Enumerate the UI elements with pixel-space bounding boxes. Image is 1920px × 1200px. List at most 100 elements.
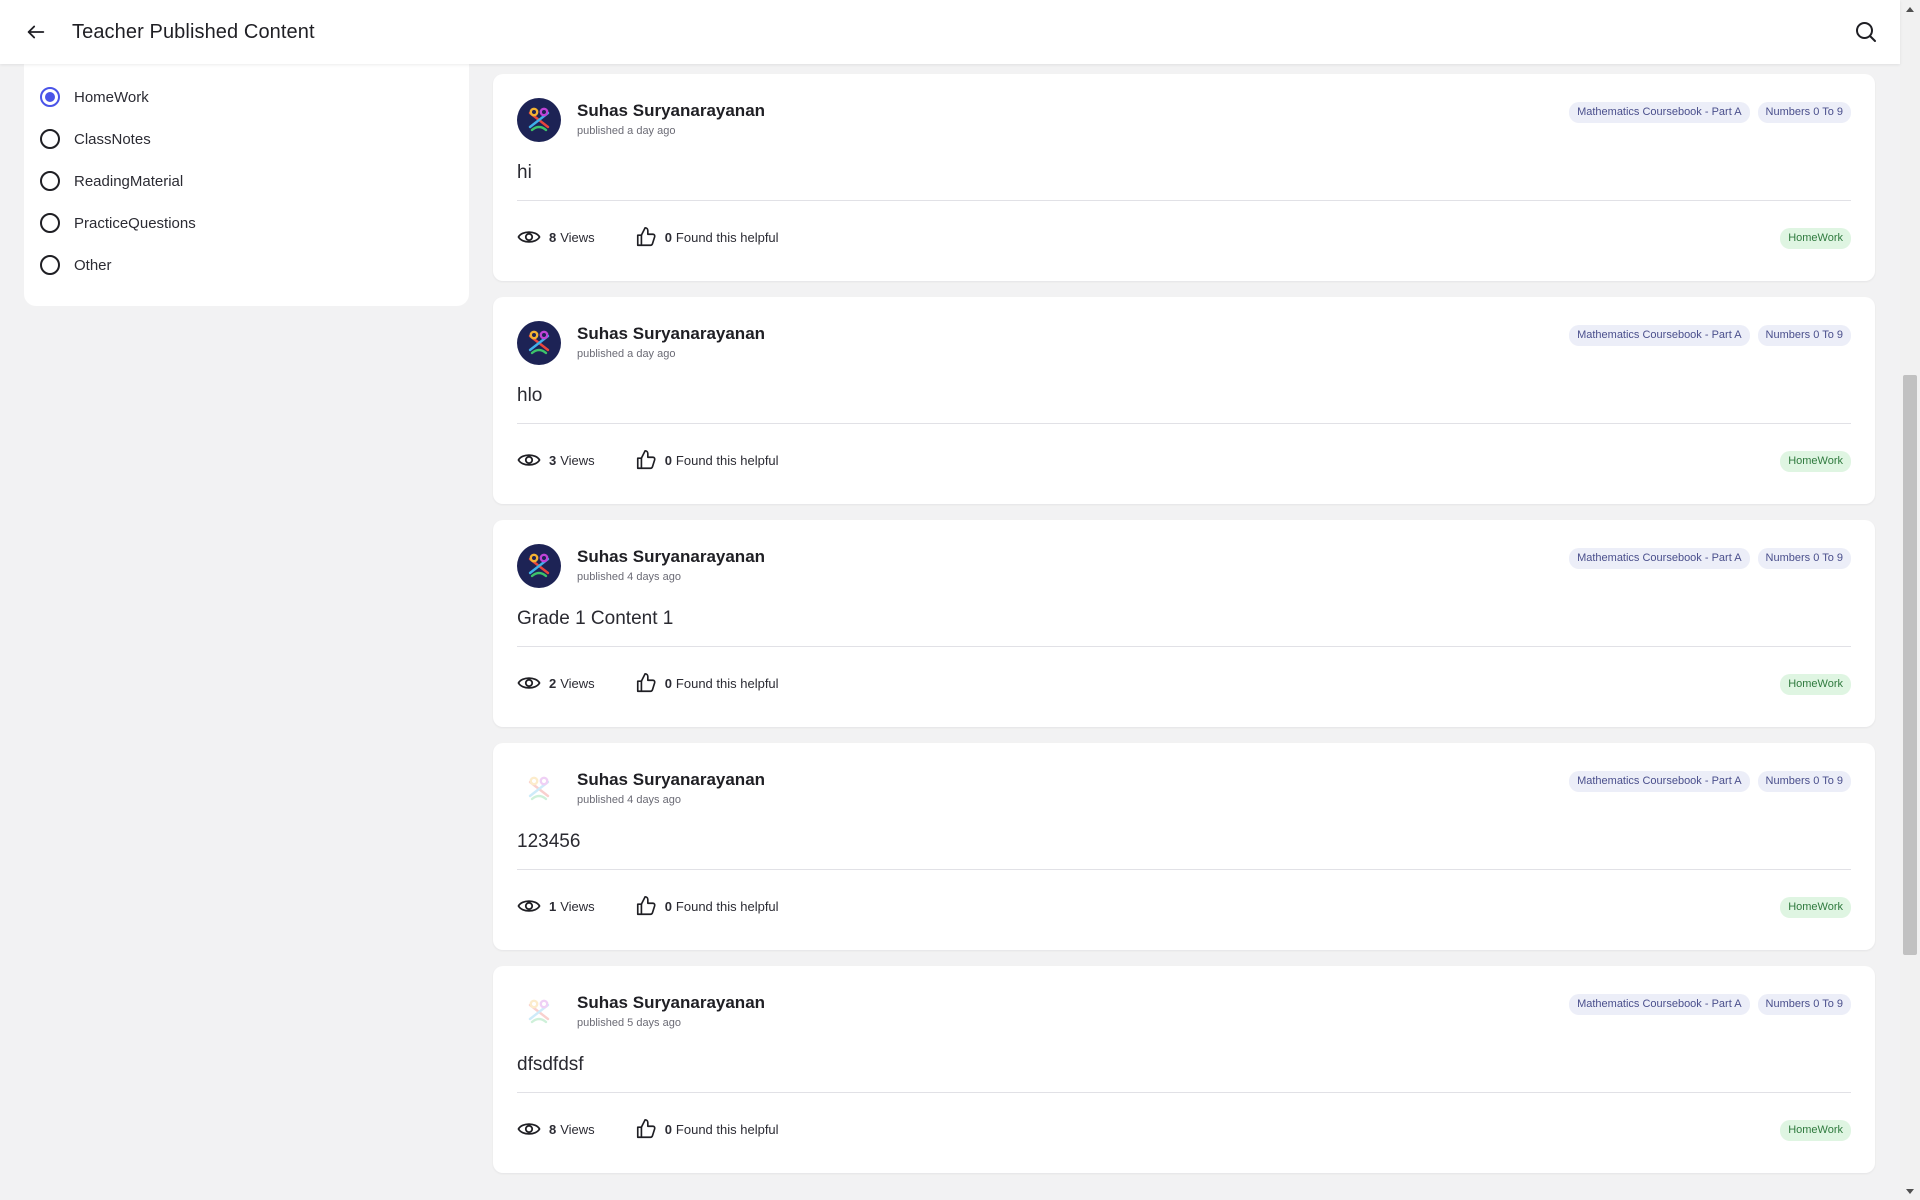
eye-icon — [517, 454, 541, 466]
author-block: Suhas Suryanarayanan published 4 days ag… — [577, 544, 765, 583]
author-name[interactable]: Suhas Suryanarayanan — [577, 324, 765, 344]
author-name[interactable]: Suhas Suryanarayanan — [577, 770, 765, 790]
thumbs-up-icon — [636, 227, 656, 247]
author-block: Suhas Suryanarayanan published 5 days ag… — [577, 990, 765, 1029]
helpful-label: Found this helpful — [675, 898, 779, 914]
logo-icon — [528, 999, 550, 1024]
avatar[interactable] — [517, 321, 561, 365]
helpful-button[interactable]: 0 Found this helpful — [635, 449, 779, 471]
author-name[interactable]: Suhas Suryanarayanan — [577, 101, 765, 121]
content-type-filter: HomeWork ClassNotes ReadingMaterial Prac… — [24, 64, 469, 306]
post-body: dfsdfdsf — [517, 1054, 584, 1075]
filter-option-readingmaterial[interactable]: ReadingMaterial — [24, 160, 469, 202]
page-title: Teacher Published Content — [72, 20, 315, 43]
helpful-button[interactable]: 0 Found this helpful — [635, 226, 779, 248]
post-footer: 8 Views 0 Found this helpful HomeWork — [517, 1093, 1851, 1165]
post-tags: Mathematics Coursebook - Part A Numbers … — [1569, 102, 1851, 123]
post-tags: Mathematics Coursebook - Part A Numbers … — [1569, 548, 1851, 569]
thumbs-up-icon — [636, 1119, 656, 1139]
helpful-label: Found this helpful — [675, 675, 779, 691]
thumbs-up-icon — [636, 673, 656, 693]
views-value: 8 — [549, 229, 557, 245]
views-label: Views — [560, 675, 595, 691]
tag-chapter[interactable]: Numbers 0 To 9 — [1757, 102, 1851, 123]
published-time: published a day ago — [577, 125, 676, 137]
author-block: Suhas Suryanarayanan published 4 days ag… — [577, 767, 765, 806]
author-name[interactable]: Suhas Suryanarayanan — [577, 993, 765, 1013]
tag-coursebook[interactable]: Mathematics Coursebook - Part A — [1569, 771, 1750, 792]
post-card[interactable]: Suhas Suryanarayanan published a day ago… — [493, 297, 1875, 504]
post-body: 123456 — [517, 831, 581, 852]
arrow-left-icon — [27, 25, 45, 39]
avatar[interactable] — [517, 767, 561, 811]
caret-down-icon — [1906, 1188, 1914, 1194]
content-type-badge: HomeWork — [1780, 1120, 1851, 1141]
post-footer: 2 Views 0 Found this helpful HomeWork — [517, 647, 1851, 719]
post-card[interactable]: Suhas Suryanarayanan published a day ago… — [493, 74, 1875, 281]
avatar[interactable] — [517, 98, 561, 142]
helpful-value: 0 — [664, 675, 672, 691]
radio-button[interactable] — [40, 129, 60, 149]
scroll-down-arrow[interactable] — [1900, 1183, 1920, 1200]
tag-chapter[interactable]: Numbers 0 To 9 — [1757, 994, 1851, 1015]
views-count: 2 Views — [517, 671, 595, 695]
radio-button[interactable] — [40, 213, 60, 233]
helpful-value: 0 — [664, 229, 672, 245]
views-label: Views — [560, 898, 595, 914]
filter-option-label: ReadingMaterial — [74, 172, 184, 190]
content-type-badge: HomeWork — [1780, 451, 1851, 472]
views-count: 8 Views — [517, 225, 595, 249]
filter-option-classnotes[interactable]: ClassNotes — [24, 118, 469, 160]
radio-button[interactable] — [40, 171, 60, 191]
logo-icon — [528, 107, 550, 132]
tag-chapter[interactable]: Numbers 0 To 9 — [1757, 325, 1851, 346]
post-footer: 1 Views 0 Found this helpful HomeWork — [517, 870, 1851, 942]
filter-option-homework[interactable]: HomeWork — [24, 76, 469, 118]
content-type-badge: HomeWork — [1780, 897, 1851, 918]
published-time: published a day ago — [577, 348, 676, 360]
helpful-button[interactable]: 0 Found this helpful — [635, 672, 779, 694]
avatar[interactable] — [517, 544, 561, 588]
page-scrollbar[interactable] — [1900, 0, 1920, 1200]
post-card[interactable]: Suhas Suryanarayanan published 5 days ag… — [493, 966, 1875, 1173]
filter-option-practicequestions[interactable]: PracticeQuestions — [24, 202, 469, 244]
author-name[interactable]: Suhas Suryanarayanan — [577, 547, 765, 567]
post-card[interactable]: Suhas Suryanarayanan published 4 days ag… — [493, 520, 1875, 727]
radio-button[interactable] — [40, 87, 60, 107]
tag-coursebook[interactable]: Mathematics Coursebook - Part A — [1569, 994, 1750, 1015]
tag-chapter[interactable]: Numbers 0 To 9 — [1757, 548, 1851, 569]
radio-button[interactable] — [40, 255, 60, 275]
filter-option-label: ClassNotes — [74, 130, 151, 148]
eye-icon — [517, 900, 541, 912]
views-count: 3 Views — [517, 448, 595, 472]
views-count: 1 Views — [517, 894, 595, 918]
helpful-label: Found this helpful — [675, 452, 779, 468]
views-label: Views — [560, 452, 595, 468]
filter-option-other[interactable]: Other — [24, 244, 469, 286]
search-button[interactable] — [1846, 12, 1886, 52]
tag-chapter[interactable]: Numbers 0 To 9 — [1757, 771, 1851, 792]
helpful-button[interactable]: 0 Found this helpful — [635, 895, 779, 917]
post-card[interactable]: Suhas Suryanarayanan published 4 days ag… — [493, 743, 1875, 950]
helpful-value: 0 — [664, 452, 672, 468]
author-block: Suhas Suryanarayanan published a day ago — [577, 98, 765, 137]
tag-coursebook[interactable]: Mathematics Coursebook - Part A — [1569, 548, 1750, 569]
eye-icon — [517, 677, 541, 689]
logo-icon — [528, 553, 550, 578]
published-time: published 5 days ago — [577, 1017, 681, 1029]
scroll-up-arrow[interactable] — [1900, 0, 1920, 17]
tag-coursebook[interactable]: Mathematics Coursebook - Part A — [1569, 102, 1750, 123]
avatar[interactable] — [517, 990, 561, 1034]
post-body: hlo — [517, 385, 543, 406]
post-footer: 3 Views 0 Found this helpful HomeWork — [517, 424, 1851, 496]
tag-coursebook[interactable]: Mathematics Coursebook - Part A — [1569, 325, 1750, 346]
scroll-thumb[interactable] — [1903, 375, 1917, 955]
logo-icon — [528, 776, 550, 801]
filter-option-label: HomeWork — [74, 88, 149, 106]
post-footer: 8 Views 0 Found this helpful HomeWork — [517, 201, 1851, 273]
post-body: Grade 1 Content 1 — [517, 608, 674, 629]
back-button[interactable] — [16, 12, 56, 52]
helpful-label: Found this helpful — [675, 229, 779, 245]
app-header: Teacher Published Content — [0, 0, 1900, 64]
helpful-button[interactable]: 0 Found this helpful — [635, 1118, 779, 1140]
